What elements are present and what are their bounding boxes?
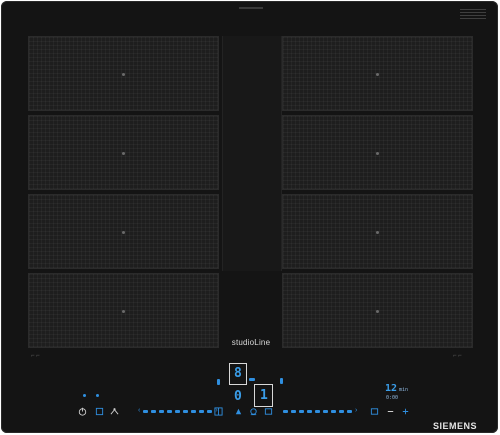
zone-select-indicator — [280, 378, 283, 384]
cooking-zone-right-1[interactable] — [282, 36, 473, 111]
zone-center-mark — [122, 231, 125, 234]
keep-warm-icon[interactable] — [233, 407, 243, 418]
cooking-zone-right-3[interactable] — [282, 194, 473, 269]
timer-sub-display: 0:00 — [386, 395, 399, 401]
wipe-protect-icon[interactable] — [94, 407, 104, 418]
cooking-zone-left-4[interactable] — [28, 273, 219, 348]
slider-step[interactable] — [199, 409, 205, 413]
slider-step[interactable] — [315, 409, 320, 413]
slider-step[interactable] — [175, 409, 181, 413]
control-panel: ‹ › 8 0 1 › 12 min 0:00 — [1, 363, 498, 433]
brand-logo: SIEMENS — [433, 421, 478, 431]
slider-step[interactable] — [167, 409, 173, 413]
timer-display: 12 — [385, 383, 398, 394]
zone-center-mark — [376, 152, 379, 155]
power-icon[interactable] — [77, 407, 87, 418]
slider-step[interactable] — [283, 409, 288, 413]
slider-step[interactable] — [331, 409, 336, 413]
cooking-zone-left-2[interactable] — [28, 115, 219, 190]
left-power-slider[interactable]: ‹ › — [138, 407, 218, 415]
zone-select-indicator — [249, 378, 255, 381]
slider-step[interactable] — [183, 409, 189, 413]
slider-step[interactable] — [143, 409, 149, 413]
cooking-zone-left-3[interactable] — [28, 194, 219, 269]
zone-center-mark — [376, 73, 379, 76]
lower-right-display[interactable]: 1 — [254, 384, 273, 407]
slider-step[interactable] — [347, 409, 352, 413]
slider-step[interactable] — [323, 409, 328, 413]
plus-icon[interactable] — [400, 407, 410, 418]
slider-step[interactable] — [291, 409, 296, 413]
cooking-zone-right-2[interactable] — [282, 115, 473, 190]
indicator-light — [83, 394, 86, 397]
zone-center-mark — [376, 231, 379, 234]
timer-unit: min — [399, 387, 409, 393]
left-zone-hint-icon: ⌐ ⌐ — [31, 353, 40, 359]
upper-zone-digit: 8 — [234, 366, 242, 381]
right-power-slider[interactable]: › — [283, 407, 357, 415]
slider-chevron-right-icon: › — [355, 407, 358, 414]
slider-chevron-left-icon: ‹ — [138, 407, 141, 414]
slider-step[interactable] — [339, 409, 344, 413]
slider-step[interactable] — [159, 409, 165, 413]
power-move-icon[interactable] — [248, 407, 258, 418]
zone-select-indicator — [217, 379, 220, 385]
zone-center-mark — [376, 310, 379, 313]
timer-icon[interactable] — [369, 407, 379, 418]
sensor-icon[interactable] — [263, 407, 273, 418]
cooking-zone-left-1[interactable] — [28, 36, 219, 111]
lower-left-digit: 0 — [234, 389, 242, 404]
lower-left-display[interactable]: 0 — [229, 386, 247, 406]
top-edge-mark — [239, 7, 263, 9]
slider-step[interactable] — [299, 409, 304, 413]
series-label: studioLine — [231, 338, 271, 347]
zone-center-mark — [122, 73, 125, 76]
zone-center-mark — [122, 310, 125, 313]
lower-right-digit: 1 — [260, 388, 268, 403]
power-rating-mark — [460, 9, 486, 19]
upper-zone-display[interactable]: 8 — [229, 363, 247, 385]
slider-step[interactable] — [307, 409, 312, 413]
zone-center-mark — [122, 152, 125, 155]
indicator-light — [96, 394, 99, 397]
flex-zone-icon[interactable] — [213, 407, 223, 418]
cooktop-glass: studioLine ⌐ ⌐ ⌐ ⌐ ‹ › 8 0 1 › 12 min 0:… — [1, 1, 498, 433]
cooking-zone-right-4[interactable] — [282, 273, 473, 348]
slider-step[interactable] — [191, 409, 197, 413]
child-lock-icon[interactable] — [109, 407, 119, 418]
center-strip — [222, 36, 282, 271]
minus-icon[interactable] — [385, 407, 395, 418]
slider-step[interactable] — [207, 409, 213, 413]
slider-step[interactable] — [151, 409, 157, 413]
right-zone-hint-icon: ⌐ ⌐ — [453, 353, 462, 359]
